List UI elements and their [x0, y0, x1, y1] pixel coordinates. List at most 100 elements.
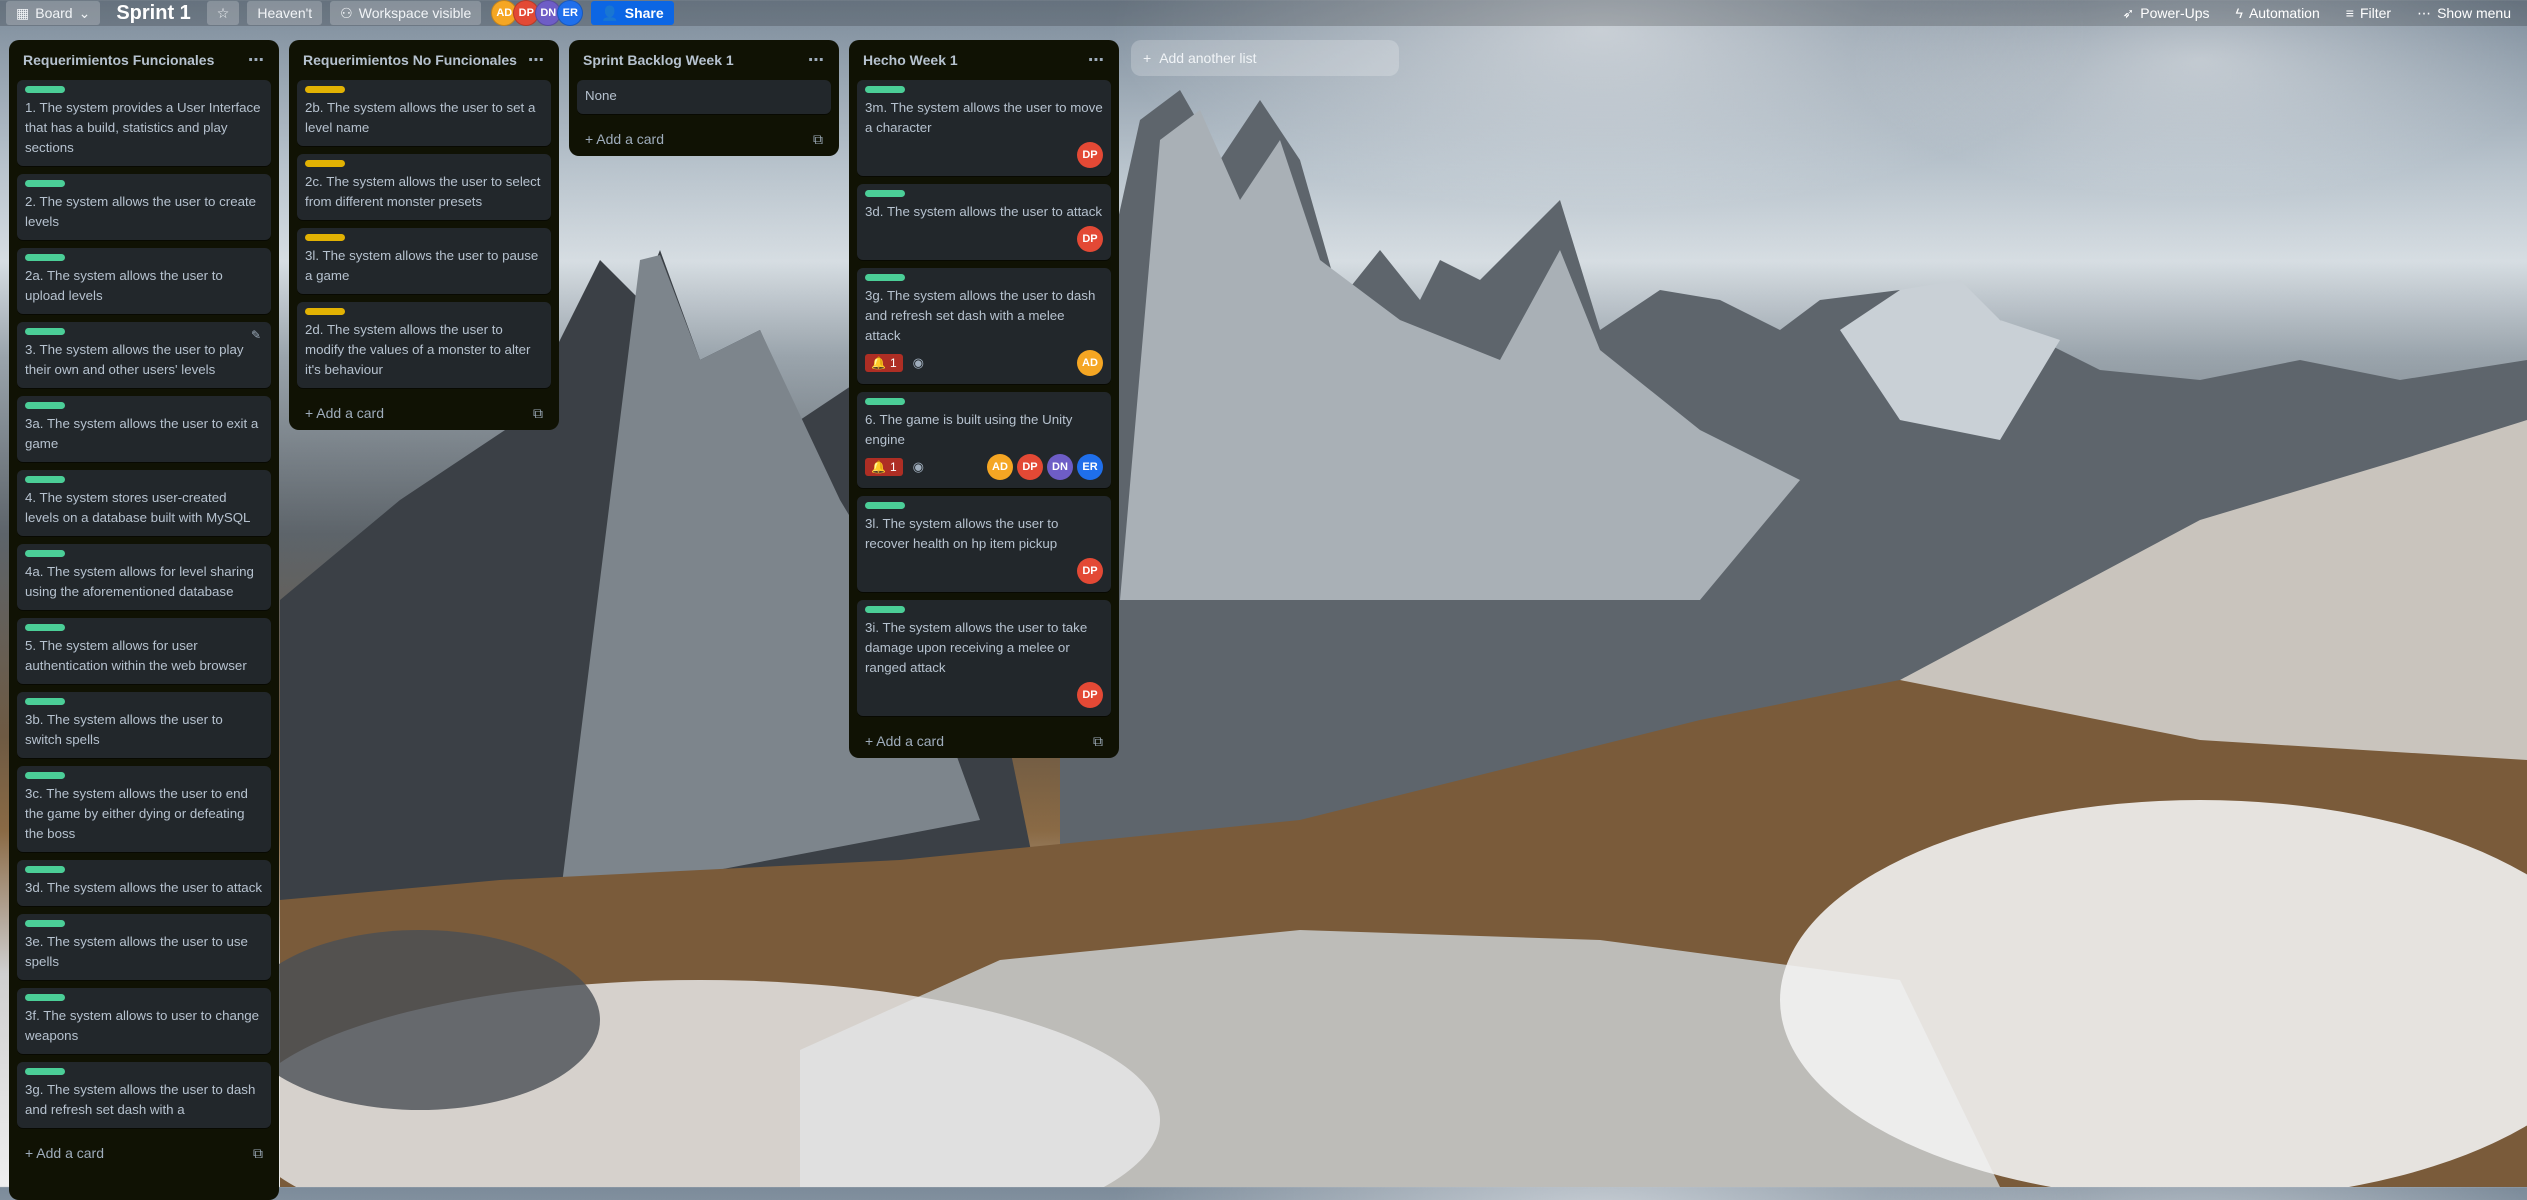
- avatar[interactable]: AD: [987, 454, 1013, 480]
- list-sprint-backlog-week-1: Sprint Backlog Week 1 ⋯ None + Add a car…: [569, 40, 839, 156]
- avatar[interactable]: DP: [1077, 558, 1103, 584]
- template-icon[interactable]: ⧉: [813, 131, 823, 148]
- list-item[interactable]: 3g. The system allows the user to dash a…: [857, 268, 1111, 384]
- avatar[interactable]: DP: [1077, 226, 1103, 252]
- add-card-button[interactable]: + Add a card ⧉: [297, 396, 551, 430]
- card-title: 3d. The system allows the user to attack: [865, 204, 1102, 219]
- list-item[interactable]: 3f. The system allows to user to change …: [17, 988, 271, 1054]
- card-title: 3i. The system allows the user to take d…: [865, 620, 1088, 675]
- card-label: [305, 160, 345, 167]
- list-item[interactable]: 2. The system allows the user to create …: [17, 174, 271, 240]
- list-title[interactable]: Sprint Backlog Week 1: [583, 52, 734, 68]
- filter-button[interactable]: ≡ Filter: [2336, 1, 2401, 25]
- view-switcher-button[interactable]: ▦ Board ⌄: [6, 1, 101, 25]
- card-title: 3g. The system allows the user to dash a…: [25, 1082, 256, 1117]
- card-title: 2a. The system allows the user to upload…: [25, 268, 223, 303]
- list-item[interactable]: 4a. The system allows for level sharing …: [17, 544, 271, 610]
- list-item[interactable]: None: [577, 80, 831, 114]
- eye-icon: ◉: [912, 355, 924, 370]
- visibility-label: Workspace visible: [358, 5, 472, 21]
- list-requerimientos-funcionales: Requerimientos Funcionales ⋯ 1. The syst…: [9, 40, 279, 1200]
- list-menu-icon[interactable]: ⋯: [528, 50, 545, 70]
- list-menu-icon[interactable]: ⋯: [1088, 50, 1105, 70]
- list-item[interactable]: 3d. The system allows the user to attack: [17, 860, 271, 906]
- list-item[interactable]: 6. The game is built using the Unity eng…: [857, 392, 1111, 488]
- card-title: 2. The system allows the user to create …: [25, 194, 257, 229]
- card-title: 3c. The system allows the user to end th…: [25, 786, 248, 841]
- lightning-icon: ϟ: [2235, 5, 2243, 21]
- list-item[interactable]: 1. The system provides a User Interface …: [17, 80, 271, 166]
- add-person-icon: 👤: [601, 4, 619, 21]
- notification-badge[interactable]: 🔔 1: [865, 458, 903, 476]
- list-item[interactable]: 3l. The system allows the user to pause …: [297, 228, 551, 294]
- list-item[interactable]: 3e. The system allows the user to use sp…: [17, 914, 271, 980]
- share-button[interactable]: 👤 Share: [591, 1, 674, 25]
- card-title: 4. The system stores user-created levels…: [25, 490, 251, 525]
- board-title[interactable]: Sprint 1: [108, 2, 198, 25]
- bell-icon: 🔔: [871, 460, 886, 474]
- power-ups-button[interactable]: ➶ Power-Ups: [2113, 1, 2220, 25]
- list-item[interactable]: 2c. The system allows the user to select…: [297, 154, 551, 220]
- notification-count: 1: [889, 460, 897, 474]
- list-item[interactable]: ✎ 3. The system allows the user to play t…: [17, 322, 271, 388]
- star-board-button[interactable]: ☆: [206, 1, 240, 25]
- card-label: [865, 398, 905, 405]
- automation-button[interactable]: ϟ Automation: [2226, 1, 2330, 25]
- list-item[interactable]: 3i. The system allows the user to take d…: [857, 600, 1111, 716]
- add-card-button[interactable]: + Add a card ⧉: [17, 1136, 271, 1170]
- avatar[interactable]: AD: [1077, 350, 1103, 376]
- add-list-button[interactable]: + Add another list: [1131, 40, 1399, 76]
- card-title: 2d. The system allows the user to modify…: [305, 322, 531, 377]
- list-item[interactable]: 4. The system stores user-created levels…: [17, 470, 271, 536]
- list-item[interactable]: 3g. The system allows the user to dash a…: [17, 1062, 271, 1128]
- card-label: [865, 190, 905, 197]
- list-menu-icon[interactable]: ⋯: [808, 50, 825, 70]
- card-title: 3g. The system allows the user to dash a…: [865, 288, 1096, 343]
- card-label: [305, 308, 345, 315]
- automation-label: Automation: [2248, 5, 2320, 21]
- list-menu-icon[interactable]: ⋯: [248, 50, 265, 70]
- list-title[interactable]: Requerimientos Funcionales: [23, 52, 214, 68]
- avatar[interactable]: ER: [1077, 454, 1103, 480]
- visibility-button[interactable]: ⚇ Workspace visible: [330, 1, 482, 25]
- add-card-label: Add a card: [36, 1145, 105, 1161]
- card-title: 5. The system allows for user authentica…: [25, 638, 247, 673]
- avatar[interactable]: ER: [557, 0, 584, 26]
- template-icon[interactable]: ⧉: [533, 405, 543, 422]
- card-title: 3b. The system allows the user to switch…: [25, 712, 223, 747]
- add-card-button[interactable]: + Add a card ⧉: [857, 724, 1111, 758]
- list-item[interactable]: 3b. The system allows the user to switch…: [17, 692, 271, 758]
- notification-badge[interactable]: 🔔 1: [865, 354, 903, 372]
- card-label: [25, 86, 65, 93]
- list-item[interactable]: 2b. The system allows the user to set a …: [297, 80, 551, 146]
- avatar[interactable]: DN: [1047, 454, 1073, 480]
- workspace-button[interactable]: Heaven't: [247, 1, 323, 25]
- avatar[interactable]: DP: [1077, 682, 1103, 708]
- list-item[interactable]: 3m. The system allows the user to move a…: [857, 80, 1111, 176]
- list-item[interactable]: 5. The system allows for user authentica…: [17, 618, 271, 684]
- list-title[interactable]: Hecho Week 1: [863, 52, 958, 68]
- list-item[interactable]: 3a. The system allows the user to exit a…: [17, 396, 271, 462]
- eye-icon: ◉: [912, 459, 924, 474]
- list-item[interactable]: 3c. The system allows the user to end th…: [17, 766, 271, 852]
- card-label: [305, 234, 345, 241]
- plus-icon: +: [25, 1145, 37, 1161]
- share-label: Share: [624, 5, 664, 21]
- plus-icon: +: [585, 131, 597, 147]
- show-menu-button[interactable]: ⋯ Show menu: [2407, 1, 2521, 25]
- add-card-button[interactable]: + Add a card ⧉: [577, 122, 831, 156]
- list-item[interactable]: 2d. The system allows the user to modify…: [297, 302, 551, 388]
- list-item[interactable]: 3d. The system allows the user to attack…: [857, 184, 1111, 260]
- avatar[interactable]: DP: [1017, 454, 1043, 480]
- add-card-label: Add a card: [876, 733, 945, 749]
- template-icon[interactable]: ⧉: [1093, 733, 1103, 750]
- card-label: [25, 328, 65, 335]
- avatar[interactable]: DP: [1077, 142, 1103, 168]
- card-label: [25, 866, 65, 873]
- template-icon[interactable]: ⧉: [253, 1145, 263, 1162]
- list-item[interactable]: 3l. The system allows the user to recove…: [857, 496, 1111, 592]
- list-title[interactable]: Requerimientos No Funcionales: [303, 52, 517, 68]
- header-actions: ➶ Power-Ups ϟ Automation ≡ Filter ⋯ Show…: [2113, 1, 2521, 25]
- edit-pencil-icon[interactable]: ✎: [251, 328, 261, 342]
- list-item[interactable]: 2a. The system allows the user to upload…: [17, 248, 271, 314]
